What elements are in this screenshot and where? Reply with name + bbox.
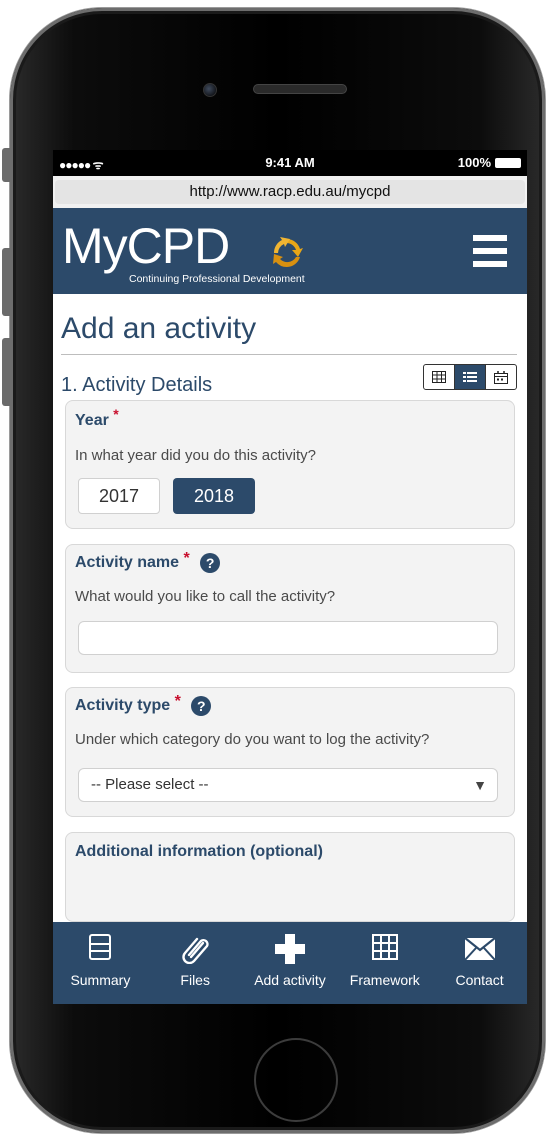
battery-icon bbox=[495, 157, 521, 168]
activity-type-card: Activity type * ? Under which category d… bbox=[65, 687, 515, 817]
activity-type-label: Activity type * ? bbox=[75, 693, 212, 716]
activity-type-label-text: Activity type bbox=[75, 697, 171, 715]
summary-icon bbox=[53, 934, 148, 964]
view-toggle bbox=[423, 364, 517, 390]
required-marker: * bbox=[183, 550, 190, 568]
nav-add-activity[interactable]: Add activity bbox=[243, 922, 338, 1004]
additional-info-label: Additional information (optional) bbox=[75, 843, 323, 860]
activity-name-question: What would you like to call the activity… bbox=[75, 588, 336, 605]
cycle-arrows-icon bbox=[273, 237, 303, 268]
activity-name-input[interactable] bbox=[78, 621, 498, 655]
chevron-down-icon: ▼ bbox=[473, 777, 487, 793]
app-header: MyCPD Continuing Professional Developmen… bbox=[53, 208, 527, 294]
grid-icon bbox=[337, 934, 432, 964]
additional-info-card: Additional information (optional) bbox=[65, 832, 515, 922]
year-label-text: Year bbox=[75, 412, 109, 429]
volume-up-button bbox=[2, 248, 10, 316]
help-icon[interactable]: ? bbox=[200, 553, 221, 573]
title-divider bbox=[61, 354, 517, 355]
hamburger-icon[interactable] bbox=[473, 235, 507, 271]
activity-type-question: Under which category do you want to log … bbox=[75, 731, 430, 748]
nav-files-label: Files bbox=[180, 972, 210, 988]
nav-framework-label: Framework bbox=[349, 972, 420, 988]
help-icon[interactable]: ? bbox=[191, 696, 212, 716]
year-label: Year * bbox=[75, 406, 119, 430]
year-option-2018[interactable]: 2018 bbox=[173, 478, 255, 514]
activity-type-selected: -- Please select -- bbox=[91, 776, 209, 793]
plus-icon bbox=[243, 934, 338, 964]
phone-screen: ●●●●● ᯤ 9:41 AM 100% http://www.racp.edu… bbox=[53, 150, 527, 1004]
paperclip-icon bbox=[148, 934, 243, 964]
year-card: Year * In what year did you do this acti… bbox=[65, 400, 515, 529]
url-field[interactable]: http://www.racp.edu.au/mycpd bbox=[55, 180, 525, 204]
nav-summary-label: Summary bbox=[70, 972, 131, 988]
mycpd-logo[interactable]: MyCPD Continuing Professional Developmen… bbox=[62, 216, 322, 288]
list-view-icon[interactable] bbox=[455, 365, 486, 389]
envelope-icon bbox=[432, 934, 527, 964]
battery-percent: 100% bbox=[457, 155, 491, 170]
status-time: 9:41 AM bbox=[265, 155, 315, 170]
nav-add-activity-label: Add activity bbox=[254, 972, 326, 988]
front-camera bbox=[203, 83, 217, 97]
browser-url-bar: http://www.racp.edu.au/mycpd bbox=[53, 176, 527, 208]
activity-name-label: Activity name * ? bbox=[75, 550, 221, 573]
section-title: 1. Activity Details bbox=[61, 374, 213, 396]
year-question: In what year did you do this activity? bbox=[75, 447, 316, 464]
earpiece-speaker bbox=[253, 84, 347, 94]
nav-contact-label: Contact bbox=[455, 972, 504, 988]
nav-summary[interactable]: Summary bbox=[53, 922, 148, 1004]
required-marker: * bbox=[174, 693, 181, 711]
bottom-nav: Summary Files Add activity Framework Con… bbox=[53, 922, 527, 1004]
page-title: Add an activity bbox=[61, 312, 257, 345]
activity-name-label-text: Activity name bbox=[75, 554, 180, 572]
mute-switch bbox=[2, 148, 10, 182]
logo-subtitle: Continuing Professional Development bbox=[129, 273, 305, 285]
logo-wordmark: MyCPD bbox=[62, 218, 230, 274]
year-option-2017[interactable]: 2017 bbox=[78, 478, 160, 514]
home-button[interactable] bbox=[254, 1038, 338, 1122]
table-view-icon[interactable] bbox=[424, 365, 455, 389]
nav-files[interactable]: Files bbox=[148, 922, 243, 1004]
activity-name-card: Activity name * ? What would you like to… bbox=[65, 544, 515, 673]
volume-down-button bbox=[2, 338, 10, 406]
status-bar: ●●●●● ᯤ 9:41 AM 100% bbox=[53, 150, 527, 176]
nav-framework[interactable]: Framework bbox=[337, 922, 432, 1004]
required-marker: * bbox=[113, 406, 119, 422]
calendar-view-icon[interactable] bbox=[486, 365, 516, 389]
nav-contact[interactable]: Contact bbox=[432, 922, 527, 1004]
activity-type-select[interactable]: -- Please select -- ▼ bbox=[78, 768, 498, 802]
